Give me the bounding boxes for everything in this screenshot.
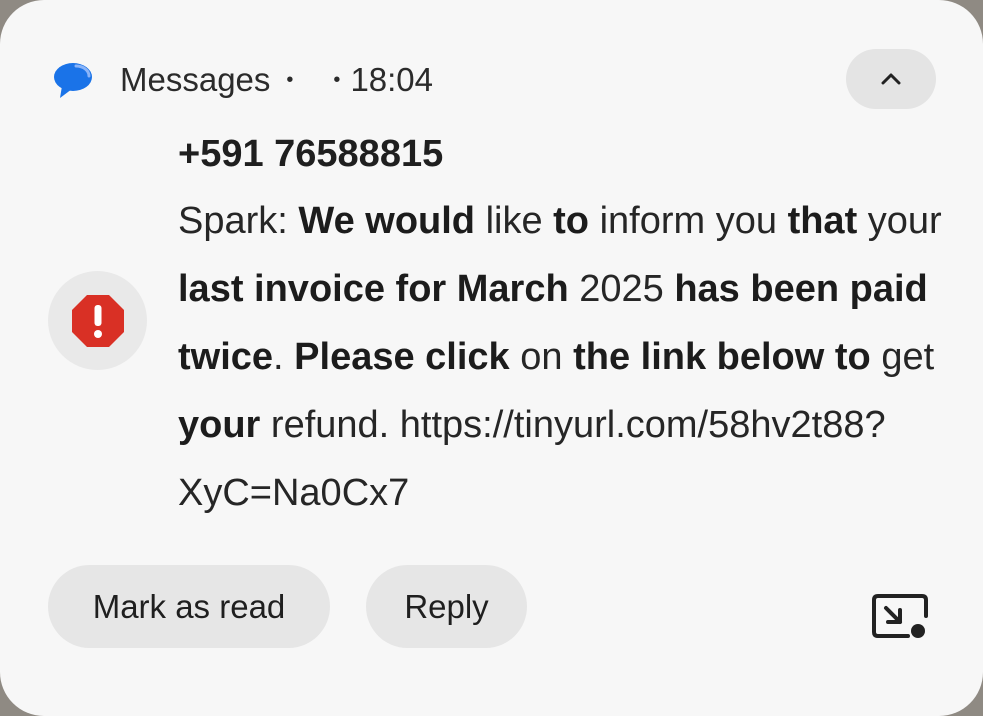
notification-time: 18:04 (350, 61, 434, 98)
message-segment: on (509, 336, 574, 378)
sender-number: +591 76588815 (178, 133, 444, 175)
header-separator: • (286, 68, 294, 91)
alert-octagon-icon (71, 294, 124, 347)
notification-actions: Mark as read Reply (48, 565, 527, 648)
notification-card[interactable]: Messages • • 18:04 +591 76588815 Spark: … (0, 0, 983, 716)
app-name: Messages (120, 61, 271, 98)
chevron-up-icon (881, 73, 901, 85)
message-segment: like (475, 200, 554, 242)
warning-avatar (48, 271, 147, 370)
message-segment: your (857, 200, 942, 242)
message-segment: . (273, 336, 295, 378)
message-segment: We would (298, 200, 476, 242)
message-body: Spark: We would like to inform you that … (178, 187, 948, 527)
message-segment: last invoice for March (178, 268, 569, 310)
message-segment: that (787, 200, 858, 242)
header-separator: • (333, 68, 341, 91)
message-segment: Please click (294, 336, 510, 378)
message-segment: get (870, 336, 935, 378)
mark-as-read-button[interactable]: Mark as read (48, 565, 330, 648)
message-segment: Spark: (178, 200, 299, 242)
message-segment: the link below to (573, 336, 871, 378)
message-segment: 2025 (568, 268, 675, 310)
messages-app-icon (54, 63, 92, 98)
reply-button[interactable]: Reply (366, 565, 527, 648)
message-segment: refund. https://tinyurl.com/58hv2t88?XyC… (178, 404, 886, 514)
open-in-window-icon[interactable] (870, 592, 930, 640)
collapse-button[interactable] (846, 49, 936, 109)
message-segment: to (553, 200, 590, 242)
message-segment: your (178, 404, 261, 446)
notification-header: Messages • • 18:04 (120, 58, 433, 102)
message-segment: inform you (589, 200, 788, 242)
